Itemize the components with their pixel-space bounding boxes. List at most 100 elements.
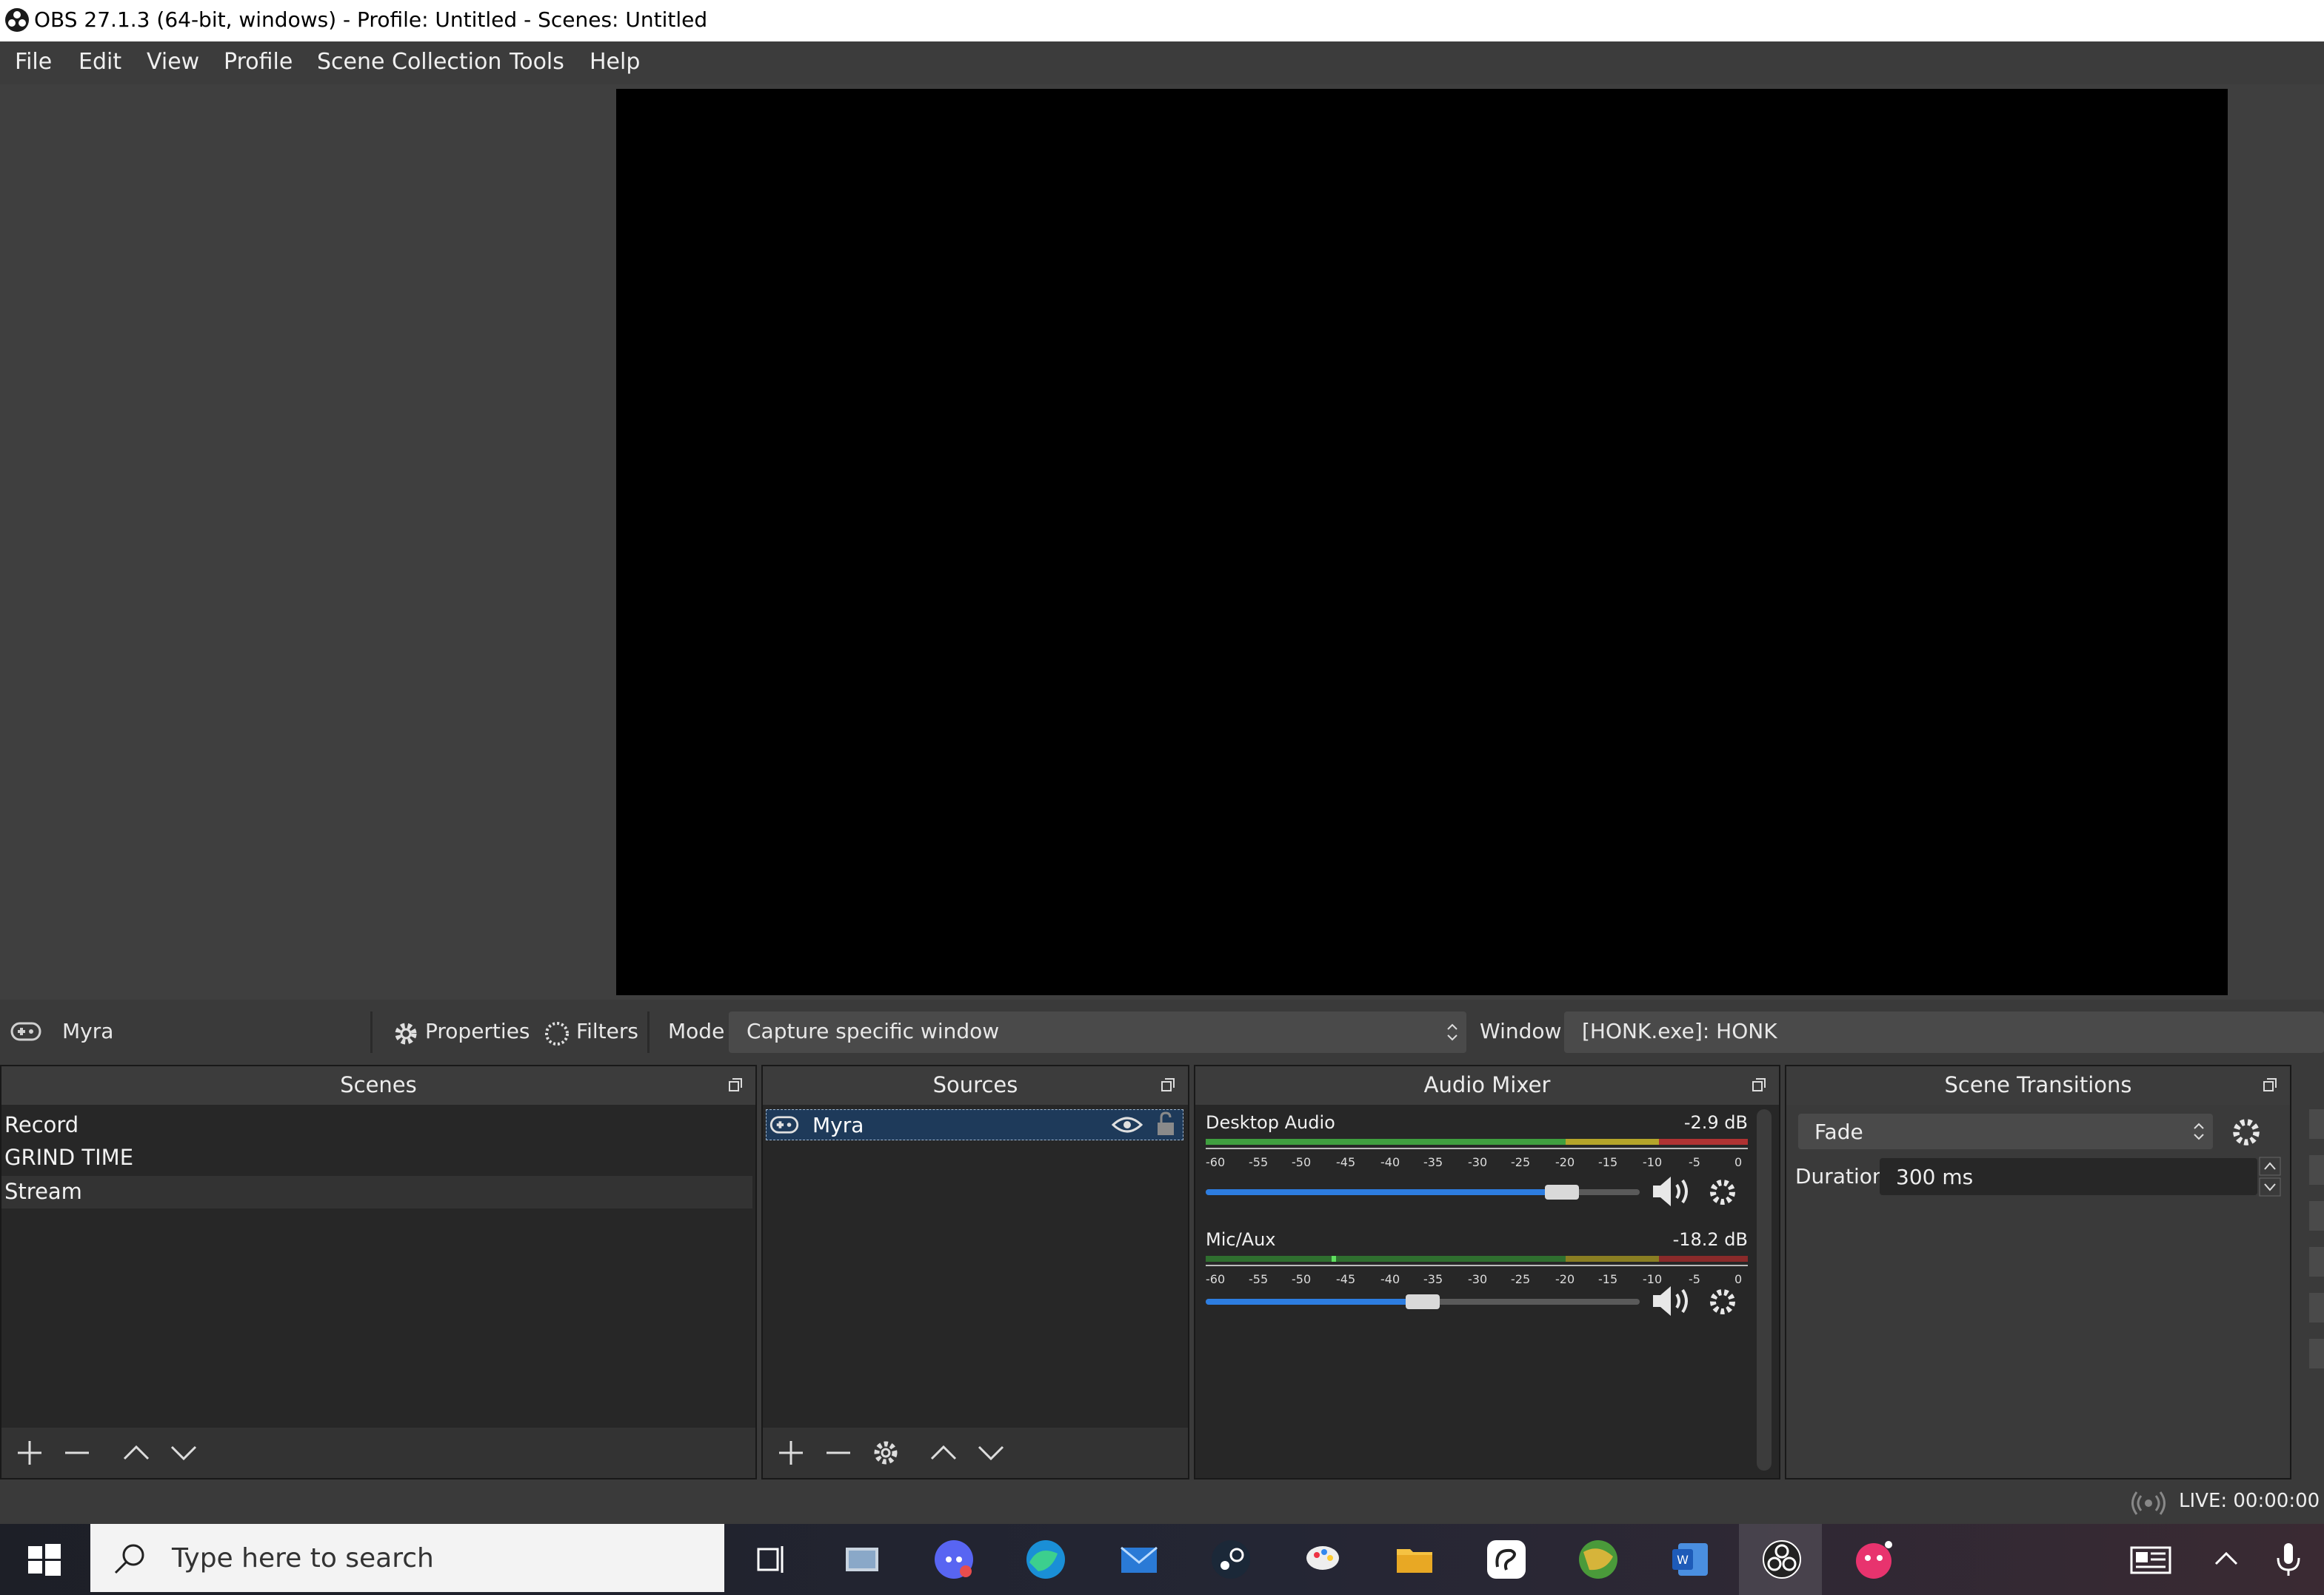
move-up-icon[interactable] — [927, 1437, 960, 1469]
scenes-title: Scenes — [340, 1072, 417, 1097]
mode-select[interactable]: Capture specific window — [729, 1011, 1466, 1053]
gear-icon[interactable] — [2229, 1115, 2263, 1149]
game-globe-icon[interactable] — [1576, 1537, 1620, 1582]
move-down-icon[interactable] — [975, 1437, 1007, 1469]
add-icon[interactable] — [775, 1437, 807, 1469]
sources-footer — [763, 1428, 1188, 1478]
source-toolbar: Myra Properties Filters Mode Capture spe… — [0, 1004, 2324, 1060]
gear-icon[interactable] — [869, 1437, 902, 1469]
steam-icon[interactable] — [1209, 1537, 1253, 1582]
mode-value: Capture specific window — [747, 1019, 1000, 1043]
volume-fill — [1206, 1299, 1423, 1305]
stepper-arrows-icon[interactable] — [2259, 1157, 2281, 1197]
window-select[interactable]: [HONK.exe]: HONK — [1564, 1011, 2324, 1053]
edge-icon[interactable] — [1024, 1537, 1068, 1582]
menu-profile[interactable]: Profile — [224, 49, 293, 75]
status-bar: LIVE: 00:00:00 — [0, 1481, 2324, 1524]
control-button-edge[interactable] — [2309, 1155, 2324, 1185]
pink-app-icon[interactable] — [1851, 1537, 1896, 1582]
control-button-edge[interactable] — [2309, 1247, 2324, 1277]
float-dock-icon[interactable] — [2263, 1078, 2277, 1091]
chevron-up-icon[interactable] — [2204, 1537, 2248, 1582]
level-meter — [1206, 1256, 1748, 1262]
menu-file[interactable]: File — [15, 49, 52, 75]
news-widget-icon[interactable] — [2128, 1537, 2173, 1582]
meter-scale: -60 -55 -50 -45 -40 -35 -30 -25 -20 -15 … — [1206, 1155, 1743, 1169]
transition-select[interactable]: Fade — [1798, 1114, 2213, 1149]
volume-slider[interactable] — [1206, 1185, 1640, 1200]
duration-value: 300 ms — [1896, 1165, 1974, 1189]
level-meter — [1206, 1139, 1748, 1145]
controls-dock-edge — [2296, 1065, 2324, 1477]
unlock-icon[interactable] — [1155, 1111, 1177, 1137]
search-icon — [114, 1544, 144, 1574]
remove-icon[interactable] — [822, 1437, 855, 1469]
title-bar: OBS 27.1.3 (64-bit, windows) - Profile: … — [0, 0, 2324, 41]
game-capture-icon — [769, 1116, 799, 1134]
menu-tools[interactable]: Tools — [510, 49, 564, 75]
broadcast-icon — [2131, 1491, 2166, 1515]
task-view-icon[interactable] — [748, 1537, 792, 1582]
discord-icon[interactable] — [932, 1537, 976, 1582]
scene-item[interactable]: Record — [4, 1112, 79, 1137]
gear-icon — [395, 1023, 417, 1045]
scene-item[interactable]: GRIND TIME — [4, 1145, 133, 1170]
add-icon[interactable] — [13, 1437, 46, 1469]
menu-edit[interactable]: Edit — [79, 49, 121, 75]
windows-start-icon[interactable] — [22, 1537, 67, 1582]
microphone-icon[interactable] — [2266, 1537, 2311, 1582]
speaker-icon[interactable] — [1650, 1283, 1694, 1320]
move-up-icon[interactable] — [120, 1437, 153, 1469]
mode-label: Mode — [668, 1019, 725, 1043]
preview-canvas[interactable] — [616, 89, 2228, 995]
clip-studio-icon[interactable] — [1484, 1537, 1529, 1582]
scene-item-selected[interactable]: Stream — [4, 1179, 82, 1204]
gear-icon[interactable] — [1706, 1176, 1739, 1208]
menu-view[interactable]: View — [147, 49, 199, 75]
menu-help[interactable]: Help — [590, 49, 640, 75]
volume-thumb[interactable] — [1544, 1185, 1579, 1200]
mixer-scrollbar[interactable] — [1757, 1109, 1772, 1471]
volume-thumb[interactable] — [1406, 1294, 1440, 1309]
mail-icon[interactable] — [1117, 1537, 1161, 1582]
control-button-edge[interactable] — [2309, 1339, 2324, 1368]
paint-icon[interactable] — [1300, 1537, 1345, 1582]
obs-logo-icon — [5, 8, 29, 32]
scene-transitions-title: Scene Transitions — [1944, 1072, 2132, 1097]
remove-icon[interactable] — [61, 1437, 93, 1469]
control-button-edge[interactable] — [2309, 1201, 2324, 1231]
scene-transitions-dock-title: Scene Transitions — [1786, 1066, 2290, 1105]
scene-transitions-dock: Scene Transitions Fade Duration 300 ms — [1785, 1065, 2291, 1479]
spin-arrows-icon — [1447, 1023, 1457, 1041]
move-down-icon[interactable] — [167, 1437, 200, 1469]
word-icon[interactable]: W — [1668, 1537, 1712, 1582]
source-item[interactable]: Myra — [766, 1109, 1183, 1140]
volume-slider[interactable] — [1206, 1294, 1640, 1309]
menu-scene-collection[interactable]: Scene Collection — [317, 49, 501, 75]
scenes-footer — [1, 1428, 755, 1478]
control-button-edge[interactable] — [2309, 1293, 2324, 1323]
filters-button[interactable]: Filters — [576, 1019, 638, 1043]
control-button-edge[interactable] — [2309, 1109, 2324, 1139]
audio-mixer-title: Audio Mixer — [1423, 1072, 1551, 1097]
speaker-icon[interactable] — [1650, 1173, 1694, 1210]
duration-input[interactable]: 300 ms — [1880, 1158, 2257, 1195]
float-dock-icon[interactable] — [1161, 1078, 1175, 1091]
taskbar-search-box[interactable]: Type here to search — [90, 1524, 724, 1592]
obs-icon[interactable] — [1760, 1537, 1804, 1582]
float-dock-icon[interactable] — [729, 1078, 742, 1091]
file-explorer-alt-icon[interactable] — [840, 1537, 884, 1582]
folder-icon[interactable] — [1392, 1537, 1437, 1582]
float-dock-icon[interactable] — [1752, 1078, 1766, 1091]
audio-mixer-dock: Audio Mixer Desktop Audio -2.9 dB -60 -5… — [1194, 1065, 1780, 1479]
menu-bar: File Edit View Profile Scene Collection … — [0, 41, 2324, 84]
game-capture-icon — [10, 1022, 41, 1041]
eye-icon[interactable] — [1112, 1114, 1143, 1135]
toolbar-divider — [370, 1011, 373, 1053]
channel-db: -18.2 dB — [1672, 1229, 1748, 1250]
source-name: Myra — [812, 1113, 864, 1137]
filters-icon — [545, 1022, 569, 1046]
properties-button[interactable]: Properties — [425, 1019, 530, 1043]
transition-value: Fade — [1814, 1120, 1863, 1144]
gear-icon[interactable] — [1706, 1285, 1739, 1318]
